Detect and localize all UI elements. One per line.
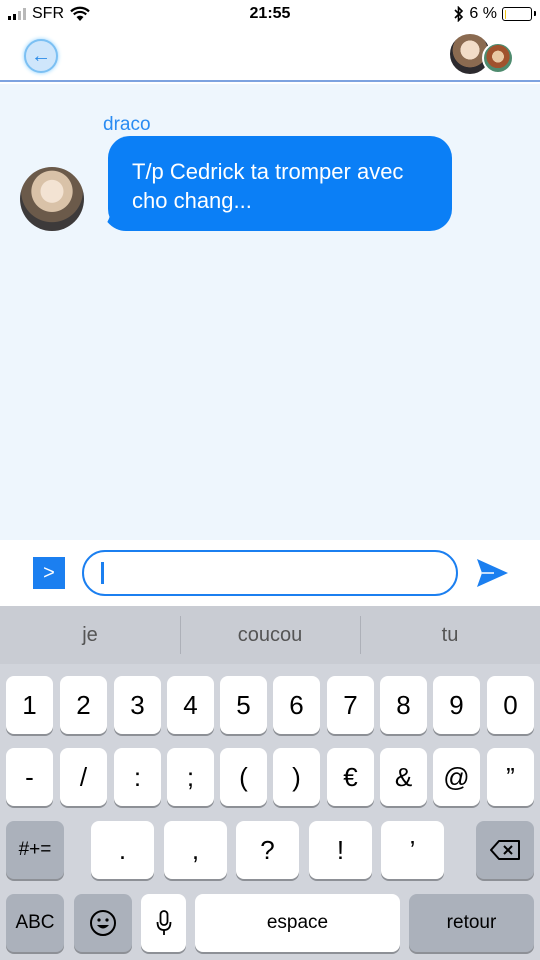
key-2[interactable]: 2 bbox=[60, 676, 107, 734]
text-caret bbox=[101, 562, 104, 584]
status-bar: SFR 21:55 6 % bbox=[0, 0, 540, 30]
microphone-icon bbox=[156, 910, 171, 935]
suggestion-bar: je coucou tu bbox=[0, 606, 540, 664]
key-at[interactable]: @ bbox=[433, 748, 480, 806]
key-euro[interactable]: € bbox=[327, 748, 374, 806]
suggestion-item[interactable]: tu bbox=[360, 606, 540, 664]
keyboard: je coucou tu 1 2 3 4 5 6 7 8 9 0 - / : ;… bbox=[0, 606, 540, 960]
bluetooth-icon bbox=[454, 6, 464, 22]
message-bubble[interactable]: T/p Cedrick ta tromper avec cho chang... bbox=[108, 136, 452, 231]
key-question[interactable]: ? bbox=[236, 821, 299, 879]
suggestion-item[interactable]: je bbox=[0, 606, 180, 664]
space-key[interactable]: espace bbox=[195, 894, 400, 952]
emoji-key[interactable] bbox=[74, 894, 132, 952]
battery-percent: 6 % bbox=[469, 5, 497, 22]
key-slash[interactable]: / bbox=[60, 748, 107, 806]
back-button[interactable]: ← bbox=[24, 39, 58, 73]
key-1[interactable]: 1 bbox=[6, 676, 53, 734]
chat-header: ← bbox=[0, 30, 540, 82]
key-colon[interactable]: : bbox=[114, 748, 161, 806]
status-right: 6 % bbox=[454, 5, 536, 23]
key-quote[interactable]: ” bbox=[487, 748, 534, 806]
key-abc[interactable]: ABC bbox=[6, 894, 64, 952]
key-6[interactable]: 6 bbox=[273, 676, 320, 734]
composer-bar: > bbox=[0, 540, 540, 606]
key-symbols-toggle[interactable]: #+= bbox=[6, 821, 64, 879]
key-semicolon[interactable]: ; bbox=[167, 748, 214, 806]
message-input[interactable] bbox=[82, 550, 458, 596]
avatar-second-contact bbox=[482, 42, 514, 74]
key-ampersand[interactable]: & bbox=[380, 748, 427, 806]
expand-button[interactable]: > bbox=[33, 557, 65, 589]
conversation-area[interactable]: draco T/p Cedrick ta tromper avec cho ch… bbox=[0, 84, 540, 540]
avatar[interactable] bbox=[20, 167, 84, 231]
group-avatars[interactable] bbox=[448, 32, 514, 78]
message-sender-name: draco bbox=[103, 114, 151, 135]
key-period[interactable]: . bbox=[91, 821, 154, 879]
battery-level-fill bbox=[504, 9, 506, 19]
key-9[interactable]: 9 bbox=[433, 676, 480, 734]
suggestion-item[interactable]: coucou bbox=[180, 606, 360, 664]
key-4[interactable]: 4 bbox=[167, 676, 214, 734]
dictation-key[interactable] bbox=[141, 894, 186, 952]
message-text-line-2: cho chang... bbox=[132, 188, 252, 213]
key-hyphen[interactable]: - bbox=[6, 748, 53, 806]
key-0[interactable]: 0 bbox=[487, 676, 534, 734]
message-text-line-1: T/p Cedrick ta tromper avec bbox=[132, 159, 404, 184]
key-comma[interactable]: , bbox=[164, 821, 227, 879]
key-open-paren[interactable]: ( bbox=[220, 748, 267, 806]
key-3[interactable]: 3 bbox=[114, 676, 161, 734]
key-5[interactable]: 5 bbox=[220, 676, 267, 734]
key-8[interactable]: 8 bbox=[380, 676, 427, 734]
key-exclamation[interactable]: ! bbox=[309, 821, 372, 879]
backspace-key[interactable] bbox=[476, 821, 534, 879]
arrow-left-icon: ← bbox=[31, 45, 51, 67]
key-apostrophe[interactable]: ’ bbox=[381, 821, 444, 879]
return-key[interactable]: retour bbox=[409, 894, 534, 952]
paper-plane-icon[interactable] bbox=[474, 555, 510, 591]
battery-icon bbox=[502, 7, 536, 21]
backspace-icon bbox=[490, 840, 520, 860]
key-7[interactable]: 7 bbox=[327, 676, 374, 734]
key-close-paren[interactable]: ) bbox=[273, 748, 320, 806]
emoji-icon bbox=[90, 910, 116, 936]
